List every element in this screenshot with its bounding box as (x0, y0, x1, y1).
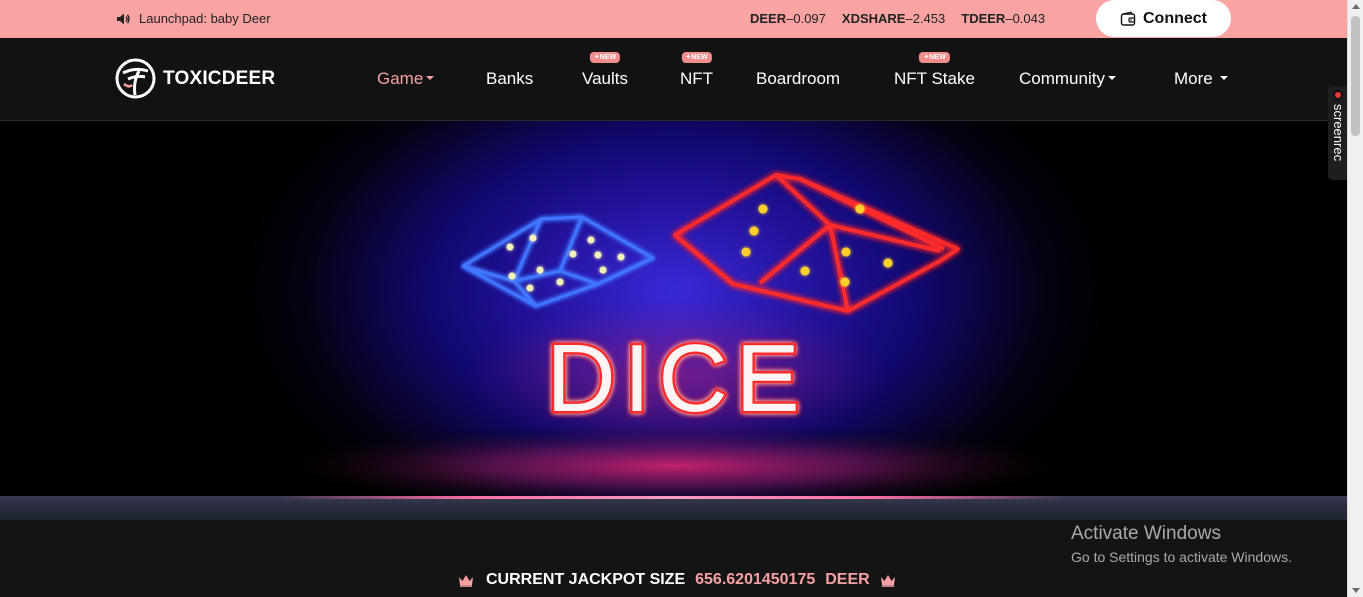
chevron-down-icon (1107, 76, 1116, 81)
screenrec-tab[interactable]: screenrec (1328, 86, 1348, 180)
price-value: 0.097 (793, 11, 826, 26)
record-icon (1333, 90, 1343, 100)
hero-title: DICE (546, 325, 807, 432)
main-nav: TOXICDEER Game Banks ✦NEW Vaults ✦NEW NF… (0, 38, 1347, 121)
jackpot-value: 656.6201450175 (695, 571, 816, 588)
crown-icon (458, 574, 474, 587)
blue-die-pips (506, 234, 625, 292)
jackpot-label: CURRENT JACKPOT SIZE (486, 571, 686, 588)
nav-item-label: NFT (680, 69, 714, 88)
nav-item-community[interactable]: Community (1019, 69, 1116, 89)
connect-button[interactable]: Connect (1096, 0, 1231, 37)
speaker-icon (116, 12, 131, 26)
watermark-title: Activate Windows (1071, 523, 1221, 544)
nav-item-label: NFT Stake (894, 69, 975, 88)
chevron-down-icon (1220, 76, 1229, 81)
connect-label: Connect (1143, 9, 1207, 27)
token-prices: DEER–0.097 XDSHARE–2.453 TDEER–0.043 (750, 11, 1045, 26)
brand-logo[interactable]: TOXICDEER (115, 58, 275, 99)
nav-item-label: Boardroom (756, 69, 841, 88)
price-symbol: XDSHARE (841, 11, 906, 26)
new-badge: ✦NEW (919, 52, 950, 63)
blue-die (461, 215, 655, 308)
red-die-pips (741, 204, 893, 287)
nav-item-label: Game (377, 69, 424, 88)
wallet-icon (1120, 11, 1136, 27)
nav-item-nft[interactable]: ✦NEW NFT (680, 52, 714, 89)
scroll-up-icon[interactable] (1352, 4, 1360, 9)
new-badge: ✦NEW (681, 52, 712, 63)
new-badge: ✦NEW (589, 52, 621, 63)
logo-mark-icon (115, 58, 156, 99)
red-die (673, 173, 960, 313)
nav-item-label: Community (1019, 69, 1105, 88)
screenrec-label: screenrec (1331, 104, 1346, 162)
nav-item-more[interactable]: More (1174, 69, 1229, 89)
page: Launchpad: baby Deer DEER–0.097 XDSHARE–… (0, 0, 1363, 597)
price-tdeer: TDEER–0.043 (961, 11, 1046, 26)
price-xdshare: XDSHARE–2.453 (841, 11, 946, 26)
watermark-subtitle: Go to Settings to activate Windows. (1071, 549, 1292, 565)
brand-name: TOXICDEER (163, 67, 276, 89)
nav-item-label: More (1174, 69, 1213, 88)
nav-item-boardroom[interactable]: Boardroom (756, 69, 840, 89)
price-value: 0.043 (1012, 11, 1046, 26)
nav-item-label: Banks (486, 69, 534, 88)
scroll-down-icon[interactable] (1352, 588, 1360, 593)
price-deer: DEER–0.097 (750, 11, 826, 26)
nav-item-banks[interactable]: Banks (486, 69, 533, 89)
windows-activation-watermark: Activate Windows Go to Settings to activ… (1071, 523, 1292, 565)
price-symbol: DEER (750, 11, 787, 26)
hero-banner: DICE (0, 121, 1347, 498)
crown-icon (880, 574, 896, 587)
nav-item-nft-stake[interactable]: ✦NEW NFT Stake (894, 52, 975, 89)
price-value: 2.453 (912, 11, 946, 26)
announcement-text: Launchpad: baby Deer (139, 11, 271, 26)
top-bar: Launchpad: baby Deer DEER–0.097 XDSHARE–… (0, 0, 1347, 38)
hero-divider (0, 496, 1347, 520)
dice-illustration: DICE (255, 173, 1095, 498)
page-scrollbar[interactable] (1347, 0, 1363, 597)
scrollbar-thumb[interactable] (1351, 16, 1360, 136)
nav-item-label: Vaults (582, 69, 628, 88)
jackpot-unit: DEER (825, 571, 870, 588)
nav-item-game[interactable]: Game (377, 69, 435, 89)
jackpot-line: CURRENT JACKPOT SIZE 656.6201450175 DEER (458, 571, 896, 589)
nav-item-vaults[interactable]: ✦NEW Vaults (582, 52, 628, 89)
announcement[interactable]: Launchpad: baby Deer (116, 11, 271, 26)
price-symbol: TDEER (961, 11, 1006, 26)
chevron-down-icon (426, 76, 435, 81)
